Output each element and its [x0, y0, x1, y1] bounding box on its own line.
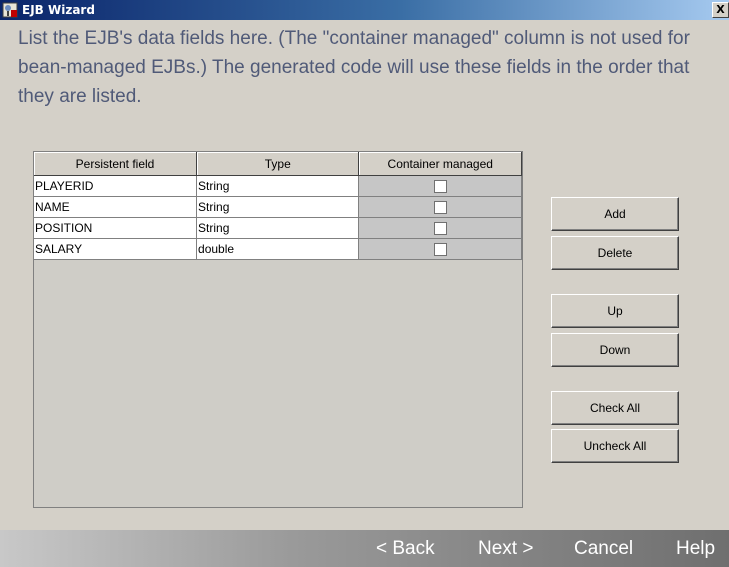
column-header-type[interactable]: Type [196, 152, 360, 176]
table-row[interactable]: PLAYERID String [34, 175, 522, 197]
field-type-cell[interactable]: String [196, 217, 360, 239]
table-row[interactable]: NAME String [34, 196, 522, 218]
field-name-cell[interactable]: PLAYERID [34, 175, 198, 197]
container-managed-cell [358, 238, 522, 260]
field-name-cell[interactable]: NAME [34, 196, 198, 218]
container-managed-checkbox[interactable] [433, 180, 447, 194]
cancel-button[interactable]: Cancel [574, 536, 633, 562]
table-header-row: Persistent field Type Container managed [34, 152, 522, 176]
field-name-cell[interactable]: POSITION [34, 217, 198, 239]
help-button[interactable]: Help [676, 536, 715, 562]
container-managed-cell [358, 175, 522, 197]
column-header-persistent-field[interactable]: Persistent field [34, 152, 198, 176]
fields-table: Persistent field Type Container managed … [34, 152, 522, 260]
add-button[interactable]: Add [551, 197, 679, 231]
wizard-app-icon [2, 2, 18, 18]
field-type-cell[interactable]: String [196, 175, 360, 197]
column-header-container-managed[interactable]: Container managed [358, 152, 522, 176]
field-name-cell[interactable]: SALARY [34, 238, 198, 260]
instructions-text: List the EJB's data fields here. (The "c… [18, 28, 690, 107]
container-managed-checkbox[interactable] [433, 222, 447, 236]
table-row[interactable]: SALARY double [34, 238, 522, 260]
check-all-button[interactable]: Check All [551, 391, 679, 425]
back-button[interactable]: < Back [376, 536, 435, 562]
container-managed-cell [358, 217, 522, 239]
down-button[interactable]: Down [551, 333, 679, 367]
up-button[interactable]: Up [551, 294, 679, 328]
title-bar: EJB Wizard X [0, 0, 729, 20]
window-title: EJB Wizard [22, 3, 95, 17]
delete-button[interactable]: Delete [551, 236, 679, 270]
ejb-wizard-window: EJB Wizard X List the EJB's data fields … [0, 0, 729, 567]
uncheck-all-button[interactable]: Uncheck All [551, 429, 679, 463]
fields-table-panel: Persistent field Type Container managed … [33, 151, 523, 508]
close-button[interactable]: X [712, 2, 729, 18]
container-managed-cell [358, 196, 522, 218]
field-type-cell[interactable]: double [196, 238, 360, 260]
table-row[interactable]: POSITION String [34, 217, 522, 239]
next-button[interactable]: Next > [478, 536, 533, 562]
field-type-cell[interactable]: String [196, 196, 360, 218]
container-managed-checkbox[interactable] [433, 243, 447, 257]
container-managed-checkbox[interactable] [433, 201, 447, 215]
